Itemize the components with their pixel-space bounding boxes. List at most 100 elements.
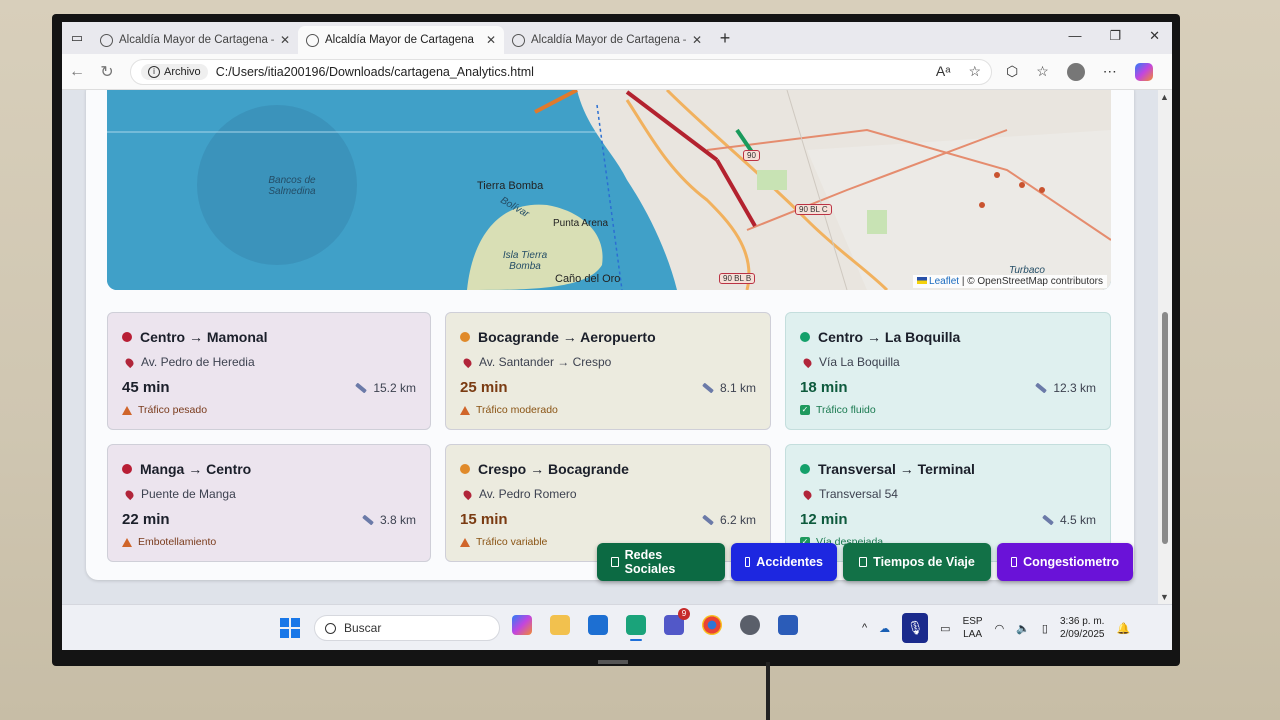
close-icon[interactable]: ✕ (280, 33, 290, 47)
accidents-button[interactable]: Accidentes (731, 543, 837, 581)
clock[interactable]: 3:36 p. m. 2/09/2025 (1060, 615, 1105, 641)
tab-1[interactable]: Alcaldía Mayor de Cartagena — D ✕ (92, 26, 298, 54)
read-aloud-icon[interactable]: Aᵃ (936, 63, 951, 80)
volume-icon[interactable]: 🔈 (1016, 622, 1030, 635)
map-icon (859, 557, 868, 567)
restore-icon[interactable]: ❐ (1109, 28, 1121, 44)
route-distance: 15.2 km (373, 380, 416, 395)
word-icon[interactable] (778, 615, 798, 635)
pin-icon (461, 488, 474, 500)
social-media-button[interactable]: Redes Sociales (597, 543, 725, 581)
route-street: Av. Pedro de Heredia (141, 355, 255, 369)
extensions-icon[interactable]: ⬡ (1006, 63, 1018, 81)
status-dot (800, 464, 810, 474)
page-viewport: Bancos de Salmedina Tierra Bomba Bolívar… (62, 90, 1172, 604)
status-dot (122, 464, 132, 474)
route-distance: 3.8 km (379, 512, 416, 527)
scroll-thumb[interactable] (1162, 312, 1168, 544)
warning-icon (122, 405, 132, 415)
congestion-button[interactable]: Congestiometro (997, 543, 1133, 581)
file-explorer-icon[interactable] (550, 615, 570, 635)
scroll-down-icon[interactable]: ▼ (1160, 592, 1169, 602)
refresh-icon[interactable]: ↻ (92, 62, 122, 82)
notifications-icon[interactable]: 🔔 (1116, 622, 1130, 635)
toolbar: ⬡ ☆ ⋯ (1006, 62, 1153, 81)
clock-time: 3:36 p. m. (1059, 616, 1105, 627)
tab-actions-icon[interactable]: ▭ (62, 22, 92, 54)
chrome-icon[interactable] (702, 615, 722, 635)
road-shield: 90 BL C (795, 204, 832, 215)
wifi-icon[interactable]: ◠ (995, 622, 1005, 635)
route-title: Centro → La Boquilla (818, 329, 961, 345)
globe-icon (512, 33, 525, 47)
leaflet-link[interactable]: Leaflet (929, 276, 959, 287)
route-status: Embotellamiento (138, 536, 217, 548)
display-icon[interactable]: ▭ (940, 622, 950, 635)
map-label-isla: Isla Tierra Bomba (502, 250, 548, 272)
route-distance: 4.5 km (1059, 512, 1096, 527)
site-info-chip[interactable]: i Archivo (141, 63, 208, 80)
tab-2[interactable]: Alcaldía Mayor de Cartagena ✕ (298, 26, 504, 54)
route-status: Tráfico fluido (816, 404, 876, 416)
route-time: 15 min (460, 511, 508, 528)
minimize-icon[interactable]: — (1068, 28, 1081, 44)
route-street: Puente de Manga (141, 487, 236, 501)
attribution-text: | © OpenStreetMap contributors (961, 276, 1103, 287)
search-placeholder: Buscar (344, 621, 382, 635)
settings-icon[interactable] (740, 615, 760, 635)
pin-icon (123, 356, 136, 368)
language-indicator[interactable]: ESP LAA (963, 615, 983, 641)
check-icon: ✓ (800, 405, 810, 415)
favorite-star-icon[interactable]: ☆ (968, 63, 981, 80)
route-title: Transversal → Terminal (818, 461, 975, 477)
tab-3[interactable]: Alcaldía Mayor de Cartagena — D ✕ (504, 26, 710, 54)
onedrive-icon[interactable]: ☁ (879, 622, 890, 635)
microphone-icon[interactable]: 🎙 (902, 613, 929, 643)
favorites-icon[interactable]: ☆ (1036, 63, 1049, 81)
back-icon[interactable]: ← (62, 63, 92, 81)
search-icon (325, 622, 336, 634)
edge-icon[interactable] (626, 615, 646, 641)
route-card[interactable]: Centro → La Boquilla Vía La Boquilla 18 … (785, 312, 1111, 430)
route-distance: 12.3 km (1053, 380, 1096, 395)
traffic-map[interactable]: Bancos de Salmedina Tierra Bomba Bolívar… (107, 90, 1111, 290)
url-field[interactable]: i Archivo C:/Users/itia200196/Downloads/… (130, 58, 992, 85)
scrollbar[interactable]: ▲ ▼ (1158, 90, 1172, 604)
map-label-punta-arena: Punta Arena (553, 218, 609, 229)
ruler-icon (1042, 514, 1054, 525)
more-icon[interactable]: ⋯ (1103, 63, 1117, 81)
lang-layout: LAA (963, 629, 983, 640)
windows-start-icon[interactable] (280, 618, 300, 638)
close-icon[interactable]: ✕ (692, 33, 702, 47)
copilot-icon[interactable] (1134, 62, 1153, 81)
window-controls: — ❐ ✕ (1068, 28, 1160, 44)
chevron-up-icon[interactable]: ^ (862, 622, 867, 634)
teams-icon[interactable]: 9 (664, 608, 690, 635)
travel-times-button[interactable]: Tiempos de Viaje (843, 543, 991, 581)
warning-icon (122, 537, 132, 547)
chart-icon (745, 557, 751, 567)
new-tab-button[interactable]: + (710, 28, 740, 49)
map-label-bancos: Bancos de Salmedina (268, 175, 316, 197)
route-card[interactable]: Manga → Centro Puente de Manga 22 min 3.8… (107, 444, 431, 562)
scroll-up-icon[interactable]: ▲ (1160, 92, 1169, 102)
warning-icon (460, 537, 470, 547)
button-label: Tiempos de Viaje (873, 555, 975, 569)
route-card[interactable]: Centro → Mamonal Av. Pedro de Heredia 45… (107, 312, 431, 430)
route-card[interactable]: Bocagrande → Aeropuerto Av. Santander → … (445, 312, 771, 430)
outlook-icon[interactable] (588, 615, 608, 635)
tab-bar: ▭ Alcaldía Mayor de Cartagena — D ✕ Alca… (62, 22, 1172, 54)
clock-date: 2/09/2025 (1059, 629, 1105, 640)
copilot-app-icon[interactable] (512, 615, 532, 635)
close-window-icon[interactable]: ✕ (1149, 28, 1160, 44)
button-label: Congestiometro (1023, 555, 1119, 569)
taskbar-search[interactable]: Buscar (314, 615, 500, 641)
phone-icon (611, 557, 619, 567)
battery-icon[interactable]: ▯ (1042, 622, 1048, 635)
taskbar-apps: 9 (512, 608, 798, 641)
route-status: Tráfico moderado (476, 404, 558, 416)
route-title: Manga → Centro (140, 461, 252, 477)
close-icon[interactable]: ✕ (486, 33, 496, 47)
url-text: C:/Users/itia200196/Downloads/cartagena_… (215, 64, 534, 79)
profile-avatar[interactable] (1066, 62, 1085, 81)
